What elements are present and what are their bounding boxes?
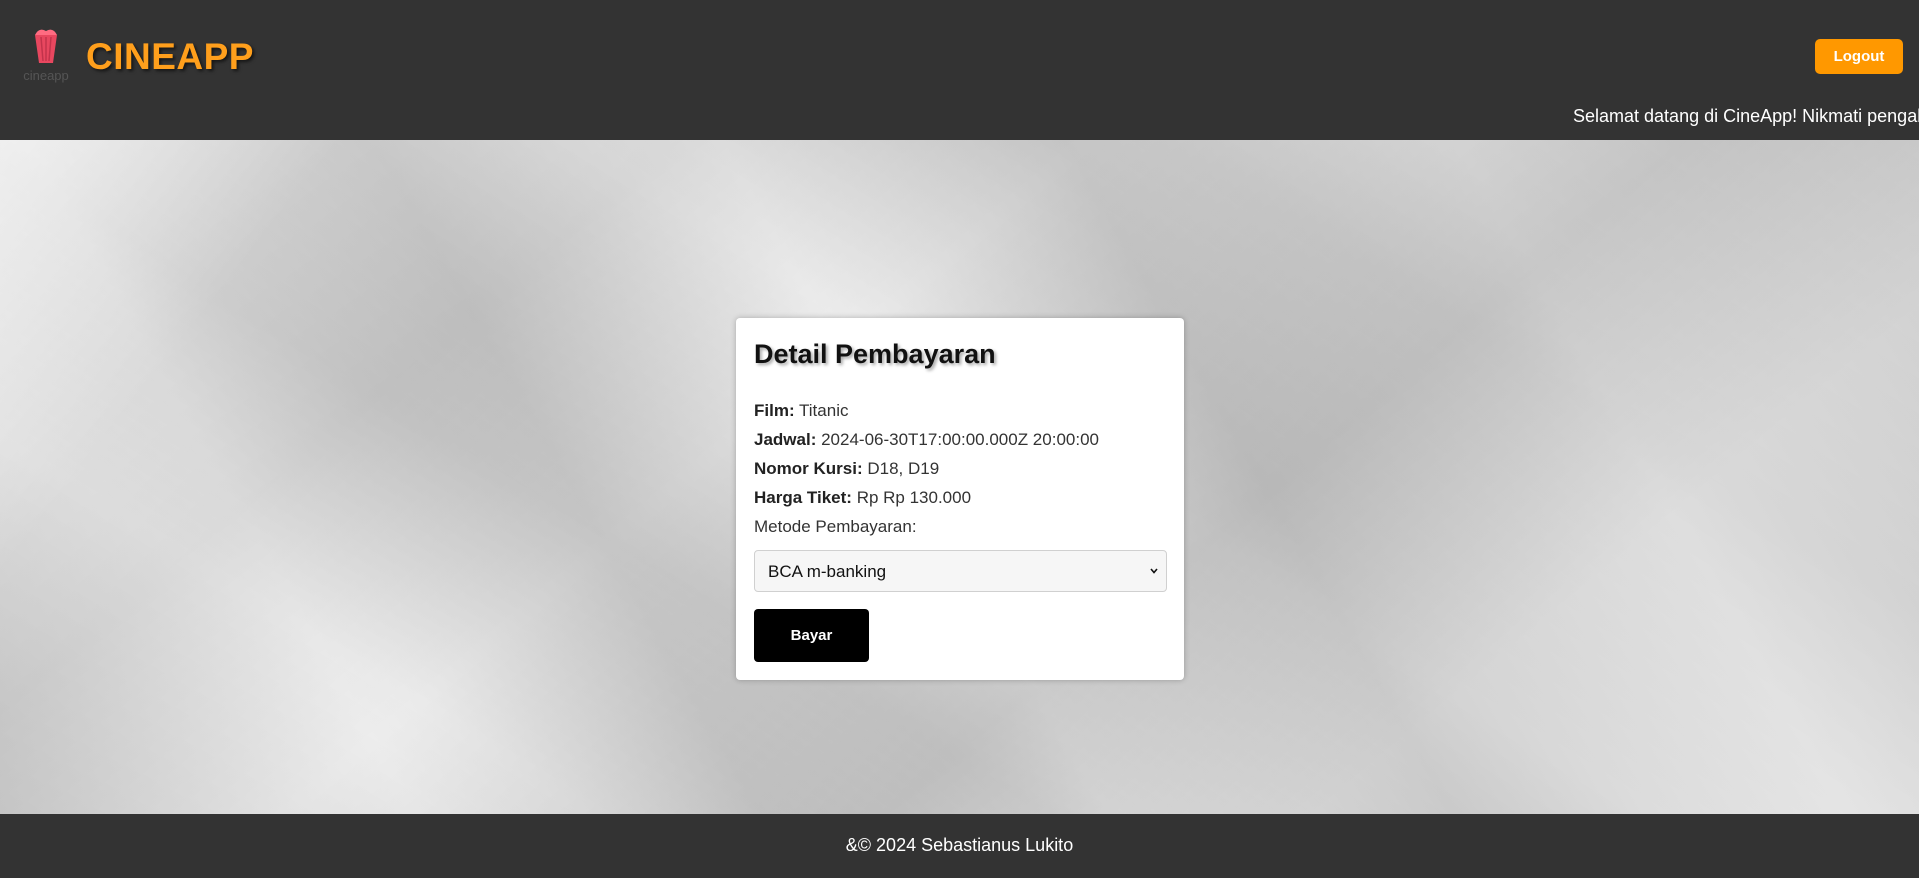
film-value: Titanic [799,401,849,420]
footer: &© 2024 Sebastianus Lukito [0,814,1919,878]
jadwal-label: Jadwal: [754,430,817,449]
seat-label: Nomor Kursi: [754,459,863,478]
jadwal-value: 2024-06-30T17:00:00.000Z 20:00:00 [821,430,1099,449]
page-title: Detail Pembayaran [754,339,996,369]
price-value: Rp Rp 130.000 [856,488,972,507]
seat-value: D18, D19 [867,459,940,478]
brand-title[interactable]: CINEAPP [86,36,254,78]
header: cineapp CINEAPP Logout Selamat datang di… [0,0,1919,140]
main-content: Detail Pembayaran Film: Titanic Jadwal: … [0,140,1919,814]
payment-card: Detail Pembayaran Film: Titanic Jadwal: … [736,318,1184,680]
cineapp-logo[interactable]: cineapp [17,27,75,85]
welcome-marquee-text: Selamat datang di CineApp! Nikmati penga… [1573,106,1919,126]
pay-button[interactable]: Bayar [754,609,869,662]
payment-method-value: BCA m-banking [768,562,887,581]
welcome-marquee: Selamat datang di CineApp! Nikmati penga… [0,104,1919,130]
logo-text: cineapp [23,68,69,83]
seat-row: Nomor Kursi: D18, D19 [754,459,939,479]
jadwal-row: Jadwal: 2024-06-30T17:00:00.000Z 20:00:0… [754,430,1099,450]
logout-button[interactable]: Logout [1815,39,1903,74]
payment-method-select[interactable]: BCA m-banking [754,550,1167,592]
price-row: Harga Tiket: Rp Rp 130.000 [754,488,971,508]
film-label: Film: [754,401,795,420]
film-row: Film: Titanic [754,401,848,421]
price-label: Harga Tiket: [754,488,852,507]
payment-method-label: Metode Pembayaran: [754,517,917,536]
chevron-down-icon [1150,568,1158,574]
footer-copyright: &© 2024 Sebastianus Lukito [845,835,1074,855]
